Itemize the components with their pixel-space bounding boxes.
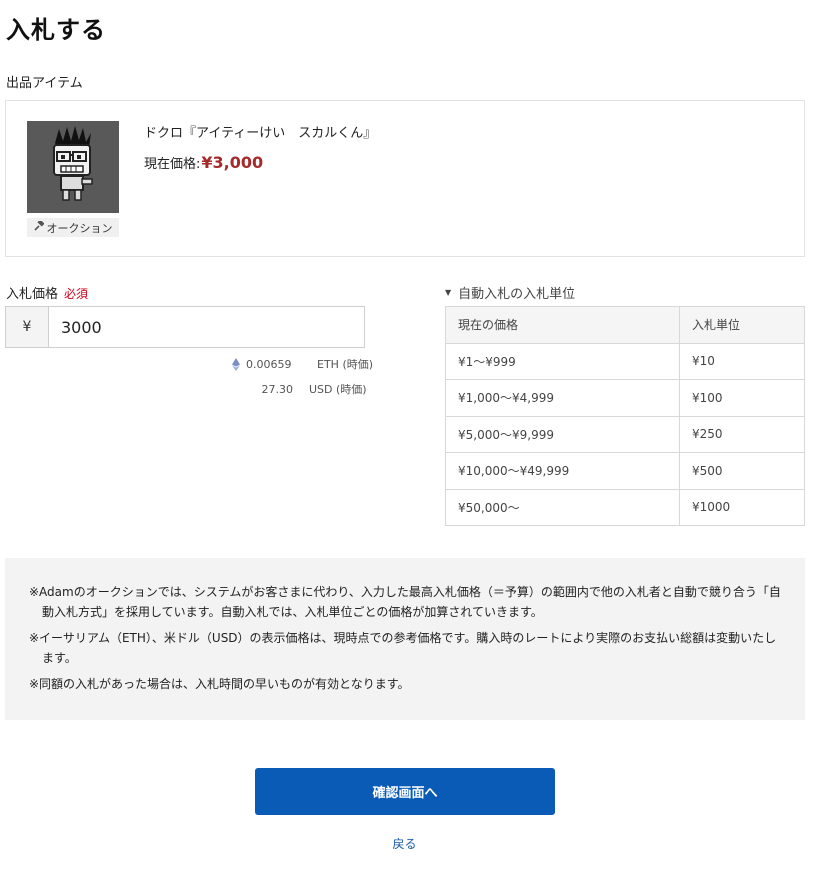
table-row: ¥10,000〜¥49,999 ¥500 [445, 452, 805, 490]
back-link[interactable]: 戻る [0, 835, 809, 852]
table-header-row: 現在の価格 入札単位 [445, 306, 805, 344]
eth-value: 0.00659 [246, 357, 292, 371]
bid-unit-cell: ¥10 [679, 342, 805, 380]
table-row: ¥1〜¥999 ¥10 [445, 342, 805, 380]
item-thumbnail[interactable] [27, 121, 119, 213]
yen-prefix: ¥ [6, 307, 49, 347]
table-row: ¥50,000〜 ¥1000 [445, 488, 805, 526]
auction-tag: オークション [27, 218, 119, 237]
notice-auto-bid: ※Adamのオークションでは、システムがお客さまに代わり、入力した最高入札価格（… [29, 585, 781, 619]
price-value: ¥3,000 [201, 153, 264, 172]
bid-unit-cell: ¥500 [679, 452, 805, 490]
usd-value: 27.30 [261, 382, 294, 396]
price-range-cell: ¥1,000〜¥4,999 [445, 379, 680, 417]
usd-conversion: 27.30 USD (時価) [258, 381, 367, 397]
confirm-button[interactable]: 確認画面へ [255, 768, 555, 815]
bid-unit-cell: ¥100 [679, 379, 805, 417]
auction-tag-label: オークション [46, 221, 113, 235]
table-row: ¥1,000〜¥4,999 ¥100 [445, 379, 805, 417]
bid-unit-table: 現在の価格 入札単位 ¥1〜¥999 ¥10 ¥1,000〜¥4,999 ¥10… [445, 306, 805, 526]
auto-bid-title: 自動入札の入札単位 [458, 287, 576, 302]
price-range-cell: ¥10,000〜¥49,999 [445, 452, 680, 490]
item-name[interactable]: ドクロ『アイティーけい スカルくん』 [144, 122, 376, 141]
caret-down-icon: ▼ [445, 288, 452, 297]
price-range-cell: ¥1〜¥999 [445, 342, 680, 380]
notice-same-amount: ※同額の入札があった場合は、入札時間の早いものが有効となります。 [29, 677, 410, 691]
table-row: ¥5,000〜¥9,999 ¥250 [445, 415, 805, 453]
price-range-cell: ¥5,000〜¥9,999 [445, 415, 680, 453]
skull-pixel-art-image [27, 121, 119, 213]
price-range-cell: ¥50,000〜 [445, 488, 680, 526]
bid-price-label: 入札価格 必須 [6, 283, 88, 302]
hammer-icon [33, 219, 45, 234]
item-card: オークション ドクロ『アイティーけい スカルくん』 現在価格: ¥3,000 [5, 100, 805, 257]
notice-box: ※Adamのオークションでは、システムがお客さまに代わり、入力した最高入札価格（… [5, 558, 805, 720]
current-price: 現在価格: ¥3,000 [144, 153, 263, 172]
ethereum-icon [232, 357, 240, 371]
bid-unit-cell: ¥250 [679, 415, 805, 453]
header-current-price: 現在の価格 [445, 306, 680, 344]
required-badge: 必須 [64, 287, 89, 301]
eth-unit: ETH (時価) [317, 358, 374, 371]
bid-price-input[interactable] [49, 307, 364, 347]
bid-unit-cell: ¥1000 [679, 488, 805, 526]
usd-unit: USD (時価) [309, 383, 367, 396]
bid-input-group: ¥ [5, 306, 365, 348]
section-label: 出品アイテム [6, 76, 83, 91]
bid-label-text: 入札価格 [6, 287, 59, 302]
notice-reference-price: ※イーサリアム（ETH）、米ドル（USD）の表示価格は、現時点での参考価格です。… [29, 631, 777, 665]
auto-bid-toggle[interactable]: ▼ 自動入札の入札単位 [445, 283, 575, 302]
page-title: 入札する [6, 16, 106, 44]
header-bid-unit: 入札単位 [679, 306, 805, 344]
price-label: 現在価格: [144, 157, 201, 172]
eth-conversion: 0.00659 ETH (時価) [232, 356, 373, 372]
